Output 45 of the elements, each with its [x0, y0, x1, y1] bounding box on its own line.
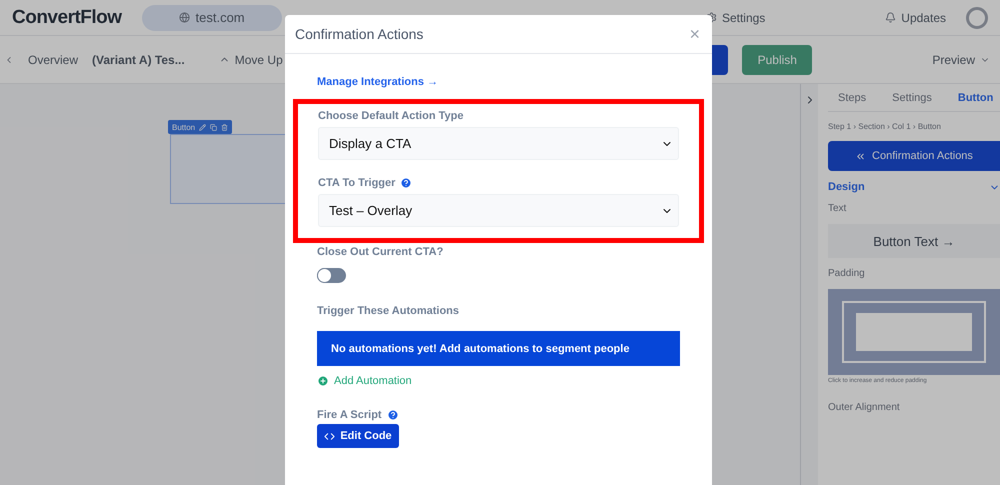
edit-code-button[interactable]: Edit Code: [317, 424, 399, 448]
move-up-button[interactable]: Move Up: [218, 52, 283, 66]
sidebar-tab[interactable]: Settings: [892, 92, 932, 104]
confirmation-actions-button[interactable]: Confirmation Actions: [828, 141, 1000, 171]
field-label: Padding: [828, 268, 866, 279]
field-label: Choose Default Action Type: [318, 110, 464, 122]
copy-icon: [210, 124, 218, 130]
chevrons-icon: [855, 150, 866, 162]
element-tag: Button: [168, 120, 232, 134]
trash-icon: [221, 124, 228, 130]
updates-link[interactable]: Updates: [885, 10, 946, 24]
site-selector[interactable]: test.com: [142, 4, 282, 30]
close-button[interactable]: ×: [689, 24, 700, 44]
padding-control[interactable]: [828, 289, 1000, 375]
plus-icon: [317, 375, 329, 387]
code-icon: [324, 430, 336, 442]
field-label: CTA To Trigger: [318, 177, 396, 189]
pencil-icon: [199, 124, 206, 130]
section-title[interactable]: Design: [828, 181, 865, 193]
help-icon[interactable]: [386, 409, 399, 421]
sidebar-tab[interactable]: Button: [958, 92, 994, 104]
help-icon[interactable]: [400, 177, 412, 189]
empty-notice: No automations yet! Add automations to segment people: [317, 331, 680, 366]
sidebar-tab[interactable]: Steps: [838, 92, 866, 104]
bell-icon: [885, 12, 896, 23]
manage-integrations-link[interactable]: Manage Integrations →: [317, 76, 680, 88]
variant-name: (Variant A) Tes...: [92, 52, 185, 66]
preview-button[interactable]: Preview: [932, 52, 990, 66]
field-label: Text: [828, 203, 848, 214]
logo[interactable]: ConvertFlow: [12, 6, 122, 28]
add-automation-link[interactable]: Add Automation: [317, 375, 412, 387]
toggle-switch[interactable]: [317, 268, 346, 283]
avatar[interactable]: [966, 6, 988, 28]
field-label: Trigger These Automations: [317, 305, 460, 317]
publish-button[interactable]: Publish: [742, 44, 812, 74]
modal-title: Confirmation Actions: [295, 26, 424, 42]
breadcrumb: Step 1 › Section › Col 1 › Button: [828, 122, 942, 131]
select-field[interactable]: Display a CTA: [318, 127, 679, 160]
globe-icon: [178, 12, 190, 23]
breadcrumb-link[interactable]: Overview: [28, 52, 78, 66]
select-field[interactable]: Test – Overlay: [318, 194, 679, 227]
field-label: Close Out Current CTA?: [317, 246, 444, 258]
field-label: Fire A Script: [317, 409, 382, 421]
field-label: Outer Alignment: [828, 402, 901, 413]
text-field[interactable]: Button Text →: [828, 224, 1000, 258]
